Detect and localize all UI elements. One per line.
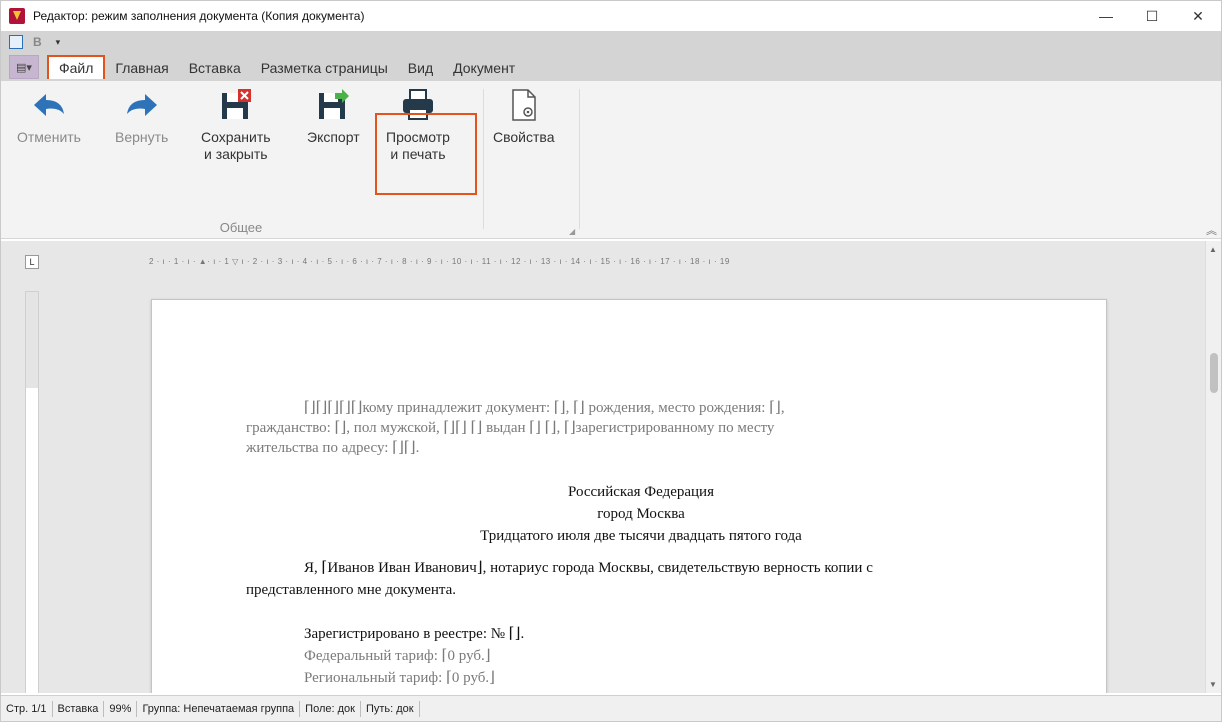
header-line-2: гражданство: ⌈⌋, пол мужской, ⌈⌋⌈⌋ ⌈⌋ вы… [246,420,775,436]
save-close-button[interactable]: Сохранить и закрыть [201,87,271,163]
scroll-thumb[interactable] [1210,353,1218,393]
status-group: Группа: Непечатаемая группа [137,700,301,717]
undo-arrow-icon [31,87,67,123]
window-title: Редактор: режим заполнения документа (Ко… [33,9,365,23]
app-menu-button[interactable]: ▤▾ [9,55,39,79]
properties-label: Свойства [493,129,555,145]
tab-home[interactable]: Главная [105,55,178,81]
status-field: Поле: док [300,700,361,717]
save-close-label-1: Сохранить [201,129,271,145]
status-mode[interactable]: Вставка [53,700,105,717]
body-line-1: Я, ⌈Иванов Иван Иванович⌋, нотариус горо… [304,560,873,576]
header-line-3: жительства по адресу: ⌈⌋⌈⌋. [246,440,420,456]
document-page[interactable]: ⌈⌋⌈⌋⌈⌋⌈⌋⌈⌋кому принадлежит документ: ⌈⌋,… [151,299,1107,693]
quick-access-toolbar: B ▾ [1,31,1221,53]
tab-insert[interactable]: Вставка [179,55,251,81]
status-page: Стр. 1/1 [1,700,53,717]
layout-icon[interactable] [9,35,23,49]
federal-tariff-line: Федеральный тариф: ⌈0 руб.⌋ [304,648,491,664]
tab-page-layout[interactable]: Разметка страницы [251,55,398,81]
save-close-icon [218,87,254,123]
country-line: Российская Федерация [568,484,714,500]
collapse-ribbon-icon[interactable]: ︽ [1206,222,1217,238]
header-line-1: ⌈⌋⌈⌋⌈⌋⌈⌋⌈⌋кому принадлежит документ: ⌈⌋,… [304,400,785,416]
editor-window: Редактор: режим заполнения документа (Ко… [0,0,1222,722]
regional-tariff-line: Региональный тариф: ⌈0 руб.⌋ [304,670,496,686]
undo-button[interactable]: Отменить [17,87,81,146]
tab-file[interactable]: Файл [47,55,106,79]
document-area: L 2 · ı · 1 · ı · ▲· ı · 1 ▽ ı · 2 · ı ·… [1,241,1221,693]
tab-stop-selector[interactable]: L [25,255,39,269]
print-highlight-frame [375,113,477,195]
document-gear-icon [506,87,542,123]
bold-button[interactable]: B [33,35,42,49]
export-label: Экспорт [307,129,360,145]
export-icon [315,87,351,123]
redo-arrow-icon [124,87,160,123]
tab-document[interactable]: Документ [443,55,525,81]
horizontal-ruler[interactable]: 2 · ı · 1 · ı · ▲· ı · 1 ▽ ı · 2 · ı · 3… [149,257,1111,269]
redo-button[interactable]: Вернуть [115,87,168,146]
city-line: город Москва [597,506,685,522]
ribbon: Отменить Вернуть Сохранить и закрыть Экс… [1,81,1221,239]
vertical-scrollbar[interactable]: ▲ ▼ [1205,241,1221,693]
group-separator [483,89,484,229]
group-label-general: Общее [219,220,263,235]
ribbon-tabs: ▤▾ Файл Главная Вставка Разметка страниц… [1,53,1221,81]
app-logo-icon [9,8,25,24]
save-close-label-2: и закрыть [203,146,268,162]
redo-label: Вернуть [115,129,169,145]
export-button[interactable]: Экспорт [307,87,360,146]
body-line-2: представленного мне документа. [246,582,457,598]
properties-button[interactable]: Свойства [493,87,554,146]
date-line: Тридцатого июля две тысячи двадцать пято… [480,528,802,544]
group-separator [579,89,580,229]
tab-view[interactable]: Вид [398,55,443,81]
status-path: Путь: док [361,700,420,717]
scroll-up-icon[interactable]: ▲ [1209,245,1217,254]
minimize-button[interactable]: — [1083,1,1129,31]
status-bar: Стр. 1/1 Вставка 99% Группа: Непечатаема… [1,695,1221,721]
dialog-launcher-icon[interactable]: ◢ [569,227,575,236]
registry-line: Зарегистрировано в реестре: № ⌈⌋. [304,626,525,642]
qat-dropdown-icon[interactable]: ▾ [56,37,61,48]
status-zoom[interactable]: 99% [104,700,138,717]
undo-label: Отменить [17,129,81,145]
title-bar: Редактор: режим заполнения документа (Ко… [1,1,1221,31]
vertical-ruler[interactable] [25,291,39,693]
scroll-down-icon[interactable]: ▼ [1209,680,1217,689]
close-button[interactable]: ✕ [1175,1,1221,31]
maximize-button[interactable]: ☐ [1129,1,1175,31]
